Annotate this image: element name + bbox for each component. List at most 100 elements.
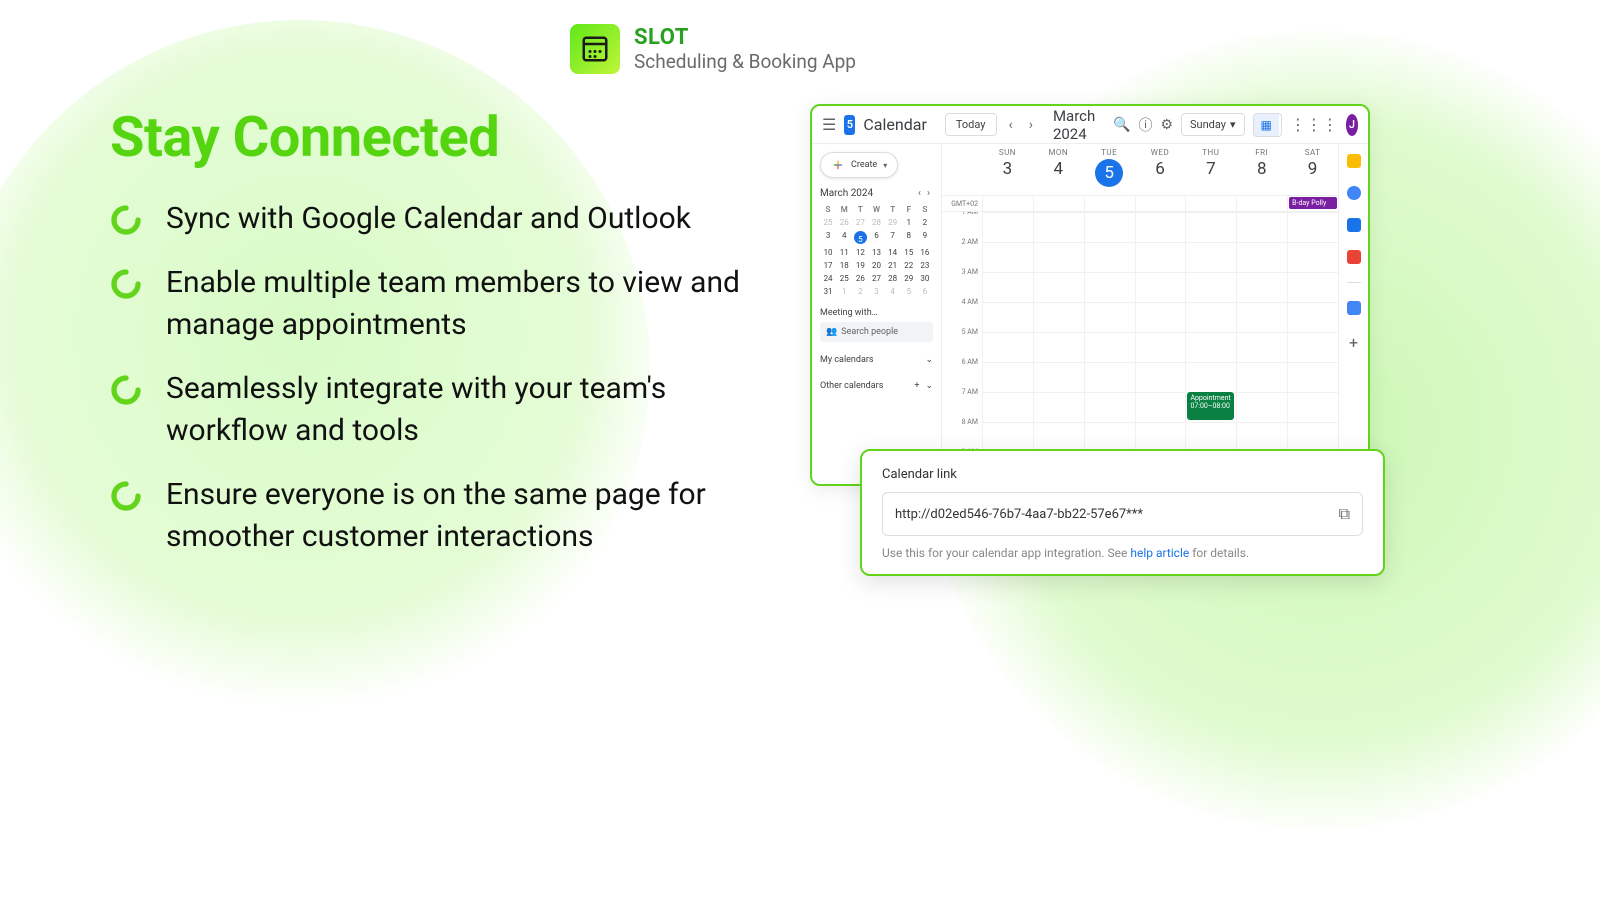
mini-day[interactable]: 12 — [852, 246, 868, 259]
day-header[interactable]: WED6 — [1135, 144, 1186, 195]
day-header[interactable]: SAT9 — [1287, 144, 1338, 195]
meeting-with-label: Meeting with… — [820, 308, 933, 318]
allday-cell[interactable] — [1236, 196, 1287, 211]
day-header[interactable]: SUN3 — [982, 144, 1033, 195]
settings-icon[interactable]: ⚙ — [1160, 117, 1173, 133]
mini-day[interactable]: 9 — [917, 229, 933, 246]
bullet-icon — [110, 204, 142, 236]
day-header[interactable]: MON 4 — [1033, 144, 1084, 195]
mini-day[interactable]: 26 — [852, 272, 868, 285]
other-calendars-toggle[interactable]: Other calendars+⌄ — [820, 378, 933, 394]
help-article-link[interactable]: help article — [1130, 546, 1189, 560]
mini-next-icon[interactable]: › — [924, 188, 933, 199]
mini-day[interactable]: 13 — [868, 246, 884, 259]
mini-day[interactable]: 29 — [885, 216, 901, 229]
prev-week-icon[interactable]: ‹ — [1005, 117, 1017, 133]
mini-day[interactable]: 10 — [820, 246, 836, 259]
mini-day[interactable]: 25 — [836, 272, 852, 285]
contacts-icon[interactable] — [1347, 218, 1361, 232]
today-button[interactable]: Today — [945, 113, 997, 136]
mini-day[interactable]: 23 — [917, 259, 933, 272]
day-column[interactable] — [982, 212, 1033, 484]
day-number: 4 — [1033, 159, 1084, 179]
day-column[interactable] — [1033, 212, 1084, 484]
mini-day[interactable]: 18 — [836, 259, 852, 272]
keep-icon[interactable] — [1347, 154, 1361, 168]
day-column[interactable] — [1084, 212, 1135, 484]
create-button[interactable]: Create ▾ — [820, 152, 898, 178]
apps-icon[interactable]: ⋮⋮⋮ — [1290, 115, 1338, 134]
mini-day[interactable]: 11 — [836, 246, 852, 259]
next-week-icon[interactable]: › — [1025, 117, 1037, 133]
my-calendars-toggle[interactable]: My calendars⌄ — [820, 352, 933, 368]
dow-label: MON — [1033, 148, 1084, 157]
mini-prev-icon[interactable]: ‹ — [915, 188, 924, 199]
mini-day[interactable]: 26 — [836, 216, 852, 229]
mini-day[interactable]: 5 — [852, 229, 868, 246]
event-time: 07:00–08:00 — [1190, 402, 1231, 410]
mini-day[interactable]: 25 — [820, 216, 836, 229]
menu-icon[interactable]: ☰ — [822, 115, 836, 134]
mini-day[interactable]: 21 — [885, 259, 901, 272]
day-column[interactable] — [1135, 212, 1186, 484]
maps-icon[interactable] — [1347, 250, 1361, 264]
mini-day[interactable]: 6 — [868, 229, 884, 246]
day-column[interactable] — [1236, 212, 1287, 484]
day-column[interactable]: Appointment07:00–08:00 — [1185, 212, 1236, 484]
mini-day[interactable]: 15 — [901, 246, 917, 259]
day-header[interactable]: THU7 — [1185, 144, 1236, 195]
allday-cell[interactable] — [1084, 196, 1135, 211]
day-header[interactable]: TUE5 — [1084, 144, 1135, 195]
mini-day[interactable]: 19 — [852, 259, 868, 272]
mini-day[interactable]: 28 — [868, 216, 884, 229]
mini-day[interactable]: 1 — [836, 285, 852, 298]
allday-event[interactable]: B-day Polly — [1289, 197, 1337, 209]
mini-day[interactable]: 2 — [852, 285, 868, 298]
bullet-icon — [110, 480, 142, 512]
allday-cell[interactable] — [1135, 196, 1186, 211]
mini-day[interactable]: 4 — [836, 229, 852, 246]
mini-day[interactable]: 3 — [868, 285, 884, 298]
allday-cell[interactable] — [982, 196, 1033, 211]
view-select[interactable]: Sunday▾ — [1181, 113, 1245, 136]
addon-icon[interactable] — [1347, 301, 1361, 315]
mini-day[interactable]: 17 — [820, 259, 836, 272]
allday-cell[interactable]: B-day Polly — [1287, 196, 1338, 211]
user-avatar[interactable]: J — [1346, 114, 1358, 136]
copy-icon[interactable]: ⧉ — [1339, 504, 1350, 524]
tasks-icon[interactable] — [1347, 186, 1361, 200]
search-people-input[interactable]: 👥 Search people — [820, 322, 933, 342]
mini-day[interactable]: 7 — [885, 229, 901, 246]
mini-day[interactable]: 24 — [820, 272, 836, 285]
calendar-view-icon[interactable]: ▦ — [1254, 114, 1279, 136]
calendar-link-input[interactable] — [895, 507, 1339, 522]
allday-cell[interactable] — [1185, 196, 1236, 211]
add-addon-icon[interactable]: + — [1349, 333, 1358, 352]
mini-day[interactable]: 2 — [917, 216, 933, 229]
search-icon[interactable]: 🔍 — [1113, 117, 1130, 133]
day-column[interactable] — [1287, 212, 1338, 484]
mini-day[interactable]: 27 — [868, 272, 884, 285]
mini-day[interactable]: 5 — [901, 285, 917, 298]
mini-day[interactable]: 31 — [820, 285, 836, 298]
add-icon[interactable]: + — [914, 381, 919, 391]
mini-day[interactable]: 8 — [901, 229, 917, 246]
mini-day[interactable]: 28 — [885, 272, 901, 285]
mini-day[interactable]: 1 — [901, 216, 917, 229]
mini-day[interactable]: 3 — [820, 229, 836, 246]
mini-day[interactable]: 4 — [885, 285, 901, 298]
calendar-event[interactable]: Appointment07:00–08:00 — [1187, 392, 1234, 420]
mini-day[interactable]: 20 — [868, 259, 884, 272]
mini-day[interactable]: 27 — [852, 216, 868, 229]
day-header[interactable]: FRI8 — [1236, 144, 1287, 195]
mini-day[interactable]: 29 — [901, 272, 917, 285]
mini-day[interactable]: 30 — [917, 272, 933, 285]
mini-day[interactable]: 22 — [901, 259, 917, 272]
dow-label: FRI — [1236, 148, 1287, 157]
mini-day[interactable]: 14 — [885, 246, 901, 259]
help-icon[interactable]: ⓘ — [1138, 115, 1152, 135]
tasks-view-icon[interactable]: ✓ — [1279, 114, 1282, 136]
mini-day[interactable]: 16 — [917, 246, 933, 259]
allday-cell[interactable] — [1033, 196, 1084, 211]
mini-day[interactable]: 6 — [917, 285, 933, 298]
